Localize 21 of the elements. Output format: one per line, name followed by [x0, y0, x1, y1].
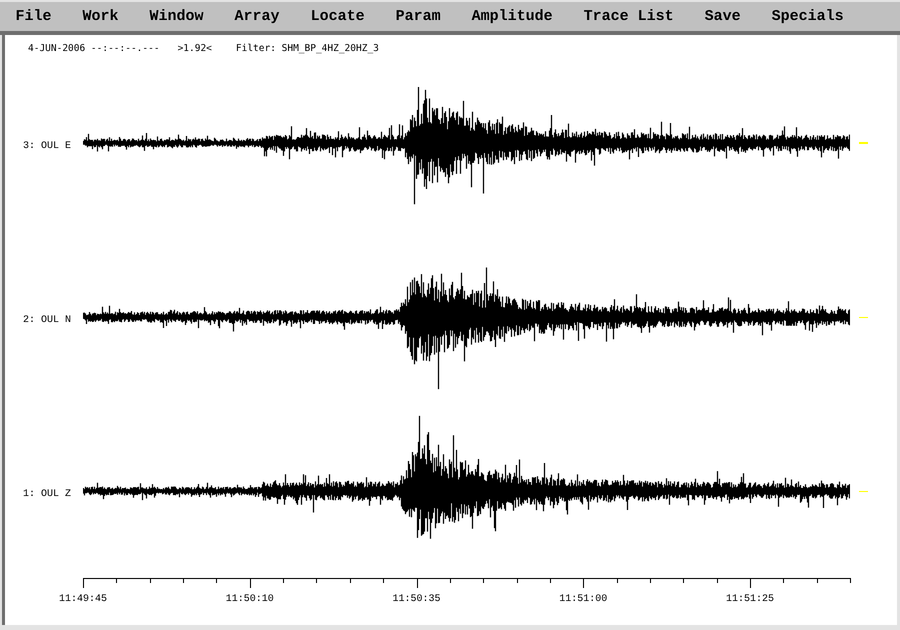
filter-text: Filter: SHM_BP_4HZ_20HZ_3 — [236, 43, 379, 56]
menu-item[interactable]: Param — [380, 2, 456, 31]
date-time-text: 4-JUN-2006 --:--:--.--- — [28, 43, 160, 56]
menu-item[interactable]: Save — [689, 2, 756, 31]
axis-label: 11:50:10 — [226, 594, 274, 605]
menu-item[interactable]: Trace List — [568, 2, 690, 31]
menu-item[interactable]: Array — [219, 2, 296, 31]
menu-item[interactable]: Amplitude — [456, 2, 568, 31]
axis-label: 11:51:25 — [726, 594, 774, 605]
menu-item[interactable]: Locate — [295, 2, 380, 31]
menu-item[interactable]: Specials — [756, 2, 860, 31]
menu-item[interactable]: File — [0, 2, 68, 31]
menu-item[interactable]: Window — [134, 2, 220, 31]
trace-label: 2: OUL N — [23, 315, 72, 326]
trace-label: 3: OUL E — [23, 141, 72, 152]
scale-text: >1.92< — [178, 43, 212, 56]
menu-item[interactable]: Work — [67, 2, 134, 31]
trace-label: 1: OUL Z — [23, 489, 72, 500]
axis-label: 11:50:35 — [392, 594, 440, 605]
axis-label: 11:51:00 — [559, 594, 608, 605]
axis-label: 11:49:45 — [59, 594, 107, 605]
